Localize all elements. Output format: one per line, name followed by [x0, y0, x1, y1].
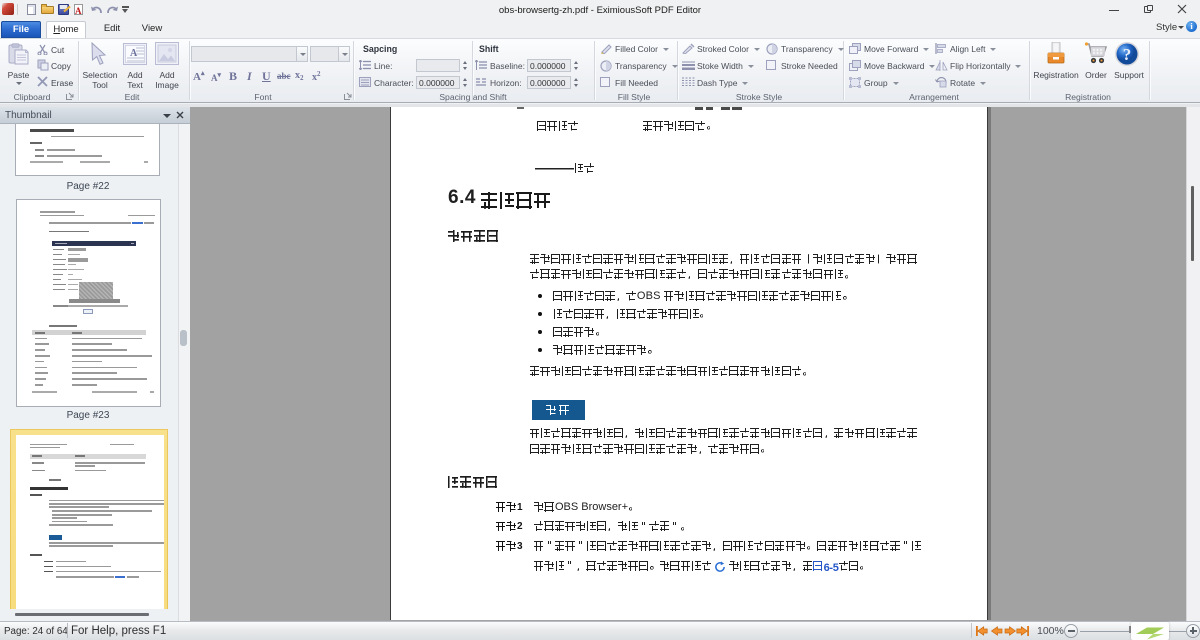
svg-text:?: ?: [1123, 45, 1132, 64]
